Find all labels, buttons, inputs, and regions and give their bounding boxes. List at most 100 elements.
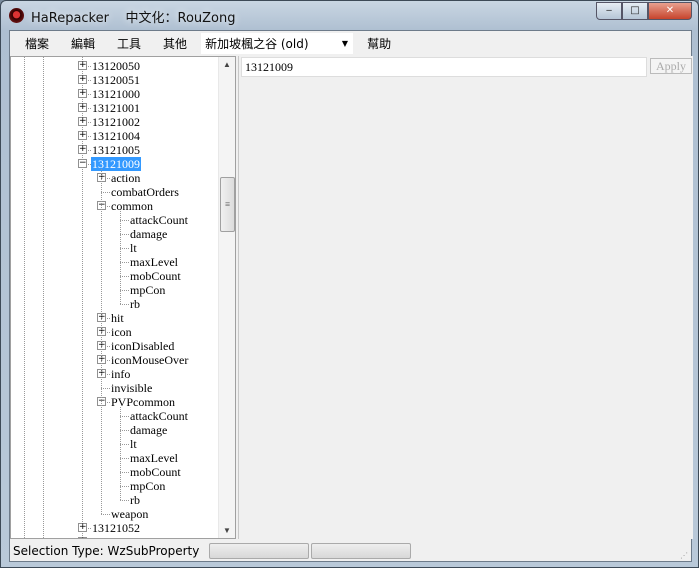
expand-icon[interactable]: + <box>78 89 87 98</box>
title-bar[interactable]: HaRepacker 中文化：RouZong ‒ □ ✕ <box>1 1 699 29</box>
tree-connector <box>101 514 110 515</box>
tree-node[interactable]: rb <box>11 297 216 311</box>
region-select[interactable]: 新加坡楓之谷 (old) ▼ <box>201 33 354 54</box>
client-area: 檔案 編輯 工具 其他 新加坡楓之谷 (old) ▼ 幫助 ▲ ≡ ▼ +131… <box>9 30 693 562</box>
tree-node[interactable]: +13121000 <box>11 87 216 101</box>
expand-icon[interactable]: + <box>78 75 87 84</box>
apply-button[interactable]: Apply <box>650 58 692 74</box>
collapse-icon[interactable]: − <box>78 159 87 168</box>
property-panel: 13121009 Apply <box>238 56 693 539</box>
tree-node-label: common <box>111 199 153 213</box>
tree-node[interactable]: −13121009 <box>11 157 216 171</box>
tree-node-label: icon <box>111 325 132 339</box>
tree-node[interactable]: +13121052 <box>11 521 216 535</box>
tree-node[interactable]: +13121004 <box>11 129 216 143</box>
tree-node[interactable]: + info <box>11 367 216 381</box>
tree-node[interactable]: +13121001 <box>11 101 216 115</box>
tree-node[interactable]: lt <box>11 241 216 255</box>
tree-guide-line <box>120 211 121 304</box>
tree-node[interactable]: + icon <box>11 325 216 339</box>
tree-node[interactable]: maxLevel <box>11 255 216 269</box>
tree-connector <box>120 472 129 473</box>
tree-scrollbar[interactable]: ▲ ≡ ▼ <box>218 57 235 538</box>
menu-tools[interactable]: 工具 <box>106 35 152 52</box>
tree-node-label: maxLevel <box>130 451 178 465</box>
tree-node[interactable]: attackCount <box>11 409 216 423</box>
menu-bar: 檔案 編輯 工具 其他 新加坡楓之谷 (old) ▼ 幫助 <box>10 31 691 56</box>
expand-icon[interactable]: + <box>78 145 87 154</box>
tree-node[interactable]: combatOrders <box>11 185 216 199</box>
tree-node[interactable]: +13120050 <box>11 59 216 73</box>
tree-node[interactable]: + action <box>11 171 216 185</box>
maximize-button[interactable]: □ <box>622 2 648 20</box>
tree-node[interactable]: +13121002 <box>11 115 216 129</box>
tree-node[interactable]: mpCon <box>11 283 216 297</box>
tree-node-label: mpCon <box>130 283 166 297</box>
tree-node-label: iconMouseOver <box>111 353 189 367</box>
tree-node-label: 13121005 <box>92 143 140 157</box>
expand-icon[interactable]: + <box>78 523 87 532</box>
resize-grip-icon[interactable]: ⋰ <box>680 551 688 560</box>
tree-node-label: rb <box>130 493 140 507</box>
tree-node-label: iconDisabled <box>111 339 175 353</box>
expand-icon[interactable]: + <box>78 117 87 126</box>
value-input[interactable]: 13121009 <box>241 57 647 77</box>
tree-connector <box>101 192 110 193</box>
tree-node-label: 13121000 <box>92 87 140 101</box>
expand-icon[interactable]: + <box>78 103 87 112</box>
progress-bar-2 <box>311 542 412 559</box>
tree-node[interactable]: damage <box>11 227 216 241</box>
expand-icon[interactable]: + <box>78 131 87 140</box>
tree-node-label: 13121009 <box>91 157 141 171</box>
menu-help[interactable]: 幫助 <box>356 35 402 52</box>
tree-connector <box>120 290 129 291</box>
tree-connector <box>120 486 129 487</box>
tree-node[interactable]: damage <box>11 423 216 437</box>
tree-node[interactable]: maxLevel <box>11 451 216 465</box>
tree-node-label: rb <box>130 297 140 311</box>
expand-icon[interactable]: + <box>78 61 87 70</box>
menu-file[interactable]: 檔案 <box>14 35 60 52</box>
wz-tree-view[interactable]: ▲ ≡ ▼ +13120050 +13120051 +13121000 +131210… <box>10 56 236 539</box>
tree-node[interactable]: lt <box>11 437 216 451</box>
tree-node[interactable]: mobCount <box>11 465 216 479</box>
menu-edit[interactable]: 編輯 <box>60 35 106 52</box>
tree-node[interactable]: +13120051 <box>11 73 216 87</box>
tree-connector <box>120 444 129 445</box>
app-window: HaRepacker 中文化：RouZong ‒ □ ✕ 檔案 編輯 工具 其他… <box>0 0 699 568</box>
tree-node[interactable]: weapon <box>11 507 216 521</box>
tree-connector <box>120 220 129 221</box>
tree-node-label: lt <box>130 241 137 255</box>
tree-node[interactable]: + iconDisabled <box>11 339 216 353</box>
tree-connector <box>120 416 129 417</box>
close-button[interactable]: ✕ <box>648 2 692 20</box>
menu-other[interactable]: 其他 <box>152 35 198 52</box>
scroll-up-icon[interactable]: ▲ <box>223 60 231 69</box>
tree-node[interactable]: − PVPcommon <box>11 395 216 409</box>
tree-node[interactable]: invisible <box>11 381 216 395</box>
window-title: HaRepacker 中文化：RouZong <box>31 11 236 26</box>
tree-node-label: 13121002 <box>92 115 140 129</box>
tree-node-label: hit <box>111 311 124 325</box>
tree-node[interactable]: mobCount <box>11 269 216 283</box>
tree-node[interactable]: +13121005 <box>11 143 216 157</box>
tree-node-label: damage <box>130 227 168 241</box>
tree-connector <box>120 458 129 459</box>
tree-node[interactable]: + iconMouseOver <box>11 353 216 367</box>
minimize-button[interactable]: ‒ <box>596 2 622 20</box>
app-icon <box>9 8 24 23</box>
tree-node[interactable]: rb <box>11 493 216 507</box>
tree-node[interactable]: − common <box>11 199 216 213</box>
scroll-down-icon[interactable]: ▼ <box>223 526 231 535</box>
tree-node-label: mobCount <box>130 269 181 283</box>
tree-node-label: maxLevel <box>130 255 178 269</box>
tree-node-label: weapon <box>111 507 149 521</box>
tree-node[interactable]: attackCount <box>11 213 216 227</box>
region-select-value: 新加坡楓之谷 (old) <box>205 37 309 51</box>
tree-node-label: damage <box>130 423 168 437</box>
tree-node-label: mobCount <box>130 465 181 479</box>
scroll-thumb[interactable]: ≡ <box>220 177 235 232</box>
tree-node[interactable]: + hit <box>11 311 216 325</box>
tree-connector <box>120 500 129 501</box>
tree-node[interactable]: mpCon <box>11 479 216 493</box>
